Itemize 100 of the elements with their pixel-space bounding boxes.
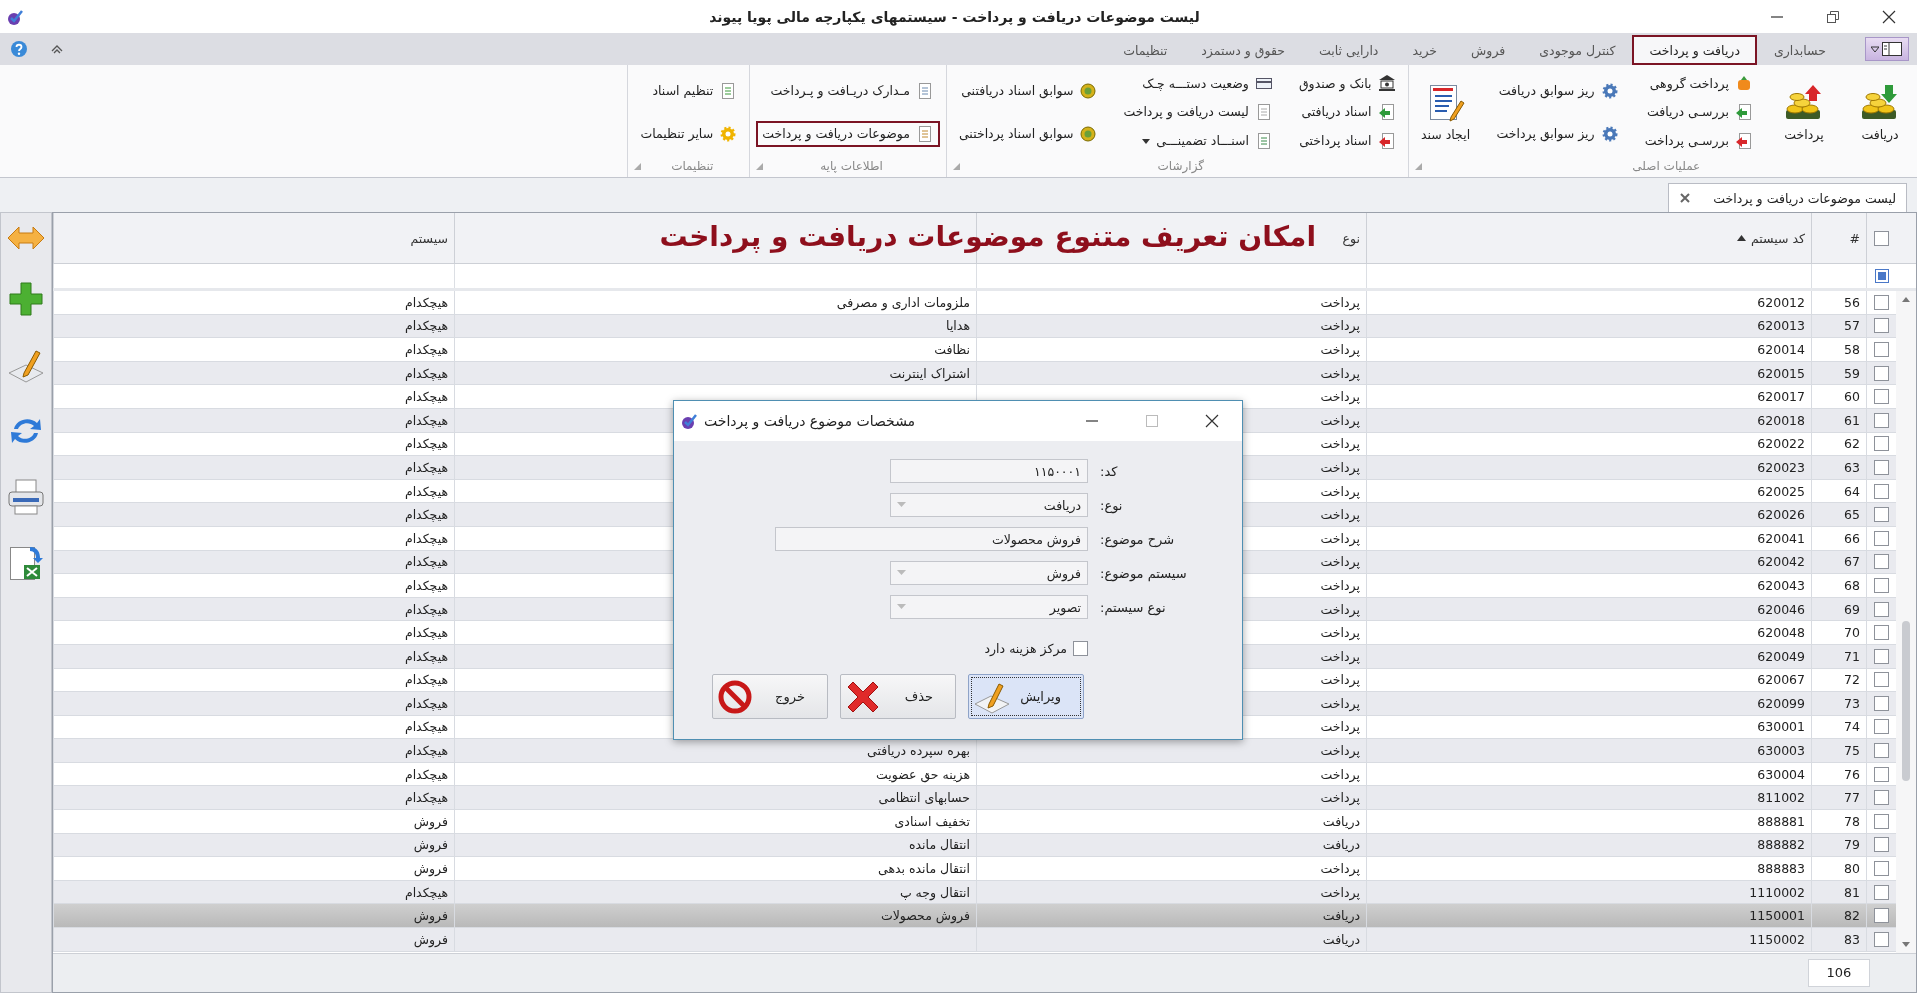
table-cell: 888883 bbox=[1366, 857, 1811, 880]
table-cell: 620014 bbox=[1366, 338, 1811, 361]
window-title: لیست موضوعات دریافت و پرداخت - سیستمهای یکپارچه مالی پویا پیوند bbox=[708, 8, 1201, 25]
table-cell: 64 bbox=[1811, 479, 1866, 503]
overlay-caption: امکان تعریف متنوع موضوعات دریافت و پرداخت bbox=[659, 220, 1316, 253]
table-cell: 630001 bbox=[1366, 715, 1811, 739]
table-cell: هزینه حق عضویت bbox=[454, 762, 976, 786]
table-cell: 75 bbox=[1811, 739, 1866, 762]
checkbox-label: مرکز هزینه دارد bbox=[984, 641, 1067, 656]
table-cell: نظافت bbox=[454, 338, 976, 361]
table-cell: 65 bbox=[1811, 503, 1866, 526]
table-cell: پرداخت bbox=[976, 786, 1366, 810]
table-cell: 620026 bbox=[1366, 503, 1811, 526]
table-cell: تخفیف اسنادی bbox=[454, 810, 976, 833]
table-cell: هیچکدام bbox=[53, 456, 454, 479]
table-cell: 77 bbox=[1811, 786, 1866, 810]
table-cell: 620043 bbox=[1366, 574, 1811, 597]
table-cell: انتقال مانده بدهی bbox=[454, 857, 976, 880]
table-cell: 1150001 bbox=[1366, 904, 1811, 928]
table-cell: 1150002 bbox=[1366, 928, 1811, 951]
table-cell: 60 bbox=[1811, 385, 1866, 408]
table-cell: اشتراک اینترنت bbox=[454, 361, 976, 385]
table-cell: 58 bbox=[1811, 338, 1866, 361]
table-cell: هیچکدام bbox=[53, 668, 454, 692]
table-cell: 82 bbox=[1811, 904, 1866, 928]
table-cell: انتقال مانده bbox=[454, 833, 976, 857]
table-cell: 1110002 bbox=[1366, 880, 1811, 904]
table-cell: 620049 bbox=[1366, 644, 1811, 668]
table-cell: فروش bbox=[53, 810, 454, 833]
table-cell: 63 bbox=[1811, 456, 1866, 479]
table-cell: 620015 bbox=[1366, 361, 1811, 385]
table-cell: 620017 bbox=[1366, 385, 1811, 408]
table-cell: فروش bbox=[53, 928, 454, 951]
table-cell: هیچکدام bbox=[53, 479, 454, 503]
table-cell: 620048 bbox=[1366, 621, 1811, 644]
table-cell: فروش bbox=[53, 833, 454, 857]
table-cell: 66 bbox=[1811, 526, 1866, 550]
table-cell: 80 bbox=[1811, 857, 1866, 880]
field-label: نوع سیستم: bbox=[1100, 599, 1167, 615]
table-cell: 620025 bbox=[1366, 479, 1811, 503]
table-cell: 620042 bbox=[1366, 550, 1811, 574]
table-cell: 620041 bbox=[1366, 526, 1811, 550]
table-cell: هیچکدام bbox=[53, 574, 454, 597]
table-cell: پرداخت bbox=[976, 762, 1366, 786]
table-cell: 74 bbox=[1811, 715, 1866, 739]
table-cell: هیچکدام bbox=[53, 739, 454, 762]
table-cell: فروش bbox=[53, 904, 454, 928]
table-cell: هیچکدام bbox=[53, 621, 454, 644]
table-cell: انتقال وجه پ bbox=[454, 880, 976, 904]
table-cell: هیچکدام bbox=[53, 432, 454, 456]
table-cell: هیچکدام bbox=[53, 338, 454, 361]
table-cell: 620099 bbox=[1366, 692, 1811, 715]
table-cell: 56 bbox=[1811, 291, 1866, 314]
table-cell: هیچکدام bbox=[53, 361, 454, 385]
ribbon-group-label: گزارشات bbox=[1156, 159, 1205, 173]
table-cell: هیچکدام bbox=[53, 880, 454, 904]
table-cell: 68 bbox=[1811, 574, 1866, 597]
table-cell: 79 bbox=[1811, 833, 1866, 857]
table-cell: 71 bbox=[1811, 644, 1866, 668]
table-cell: 620018 bbox=[1366, 408, 1811, 432]
table-cell: هیچکدام bbox=[53, 503, 454, 526]
table-cell: پرداخت bbox=[976, 880, 1366, 904]
table-cell: 61 bbox=[1811, 408, 1866, 432]
table-cell: ملزومات اداری و مصرفی bbox=[454, 291, 976, 314]
table-cell: فروش bbox=[53, 857, 454, 880]
table-cell: پرداخت bbox=[976, 291, 1366, 314]
table-cell: هیچکدام bbox=[53, 597, 454, 621]
table-cell: پرداخت bbox=[976, 314, 1366, 338]
ribbon-group-label: اطلاعات پایه bbox=[819, 159, 884, 173]
table-cell: 70 bbox=[1811, 621, 1866, 644]
table-cell: 57 bbox=[1811, 314, 1866, 338]
table-cell: پرداخت bbox=[976, 857, 1366, 880]
field-label: شرح موضوع: bbox=[1100, 531, 1176, 547]
record-count: 106 bbox=[1808, 959, 1870, 987]
table-cell: هیچکدام bbox=[53, 314, 454, 338]
table-cell: دریافت bbox=[976, 833, 1366, 857]
table-cell: هدایا bbox=[454, 314, 976, 338]
table-cell: 78 bbox=[1811, 810, 1866, 833]
ribbon-group-label: عملیات اصلی bbox=[1631, 159, 1702, 173]
table-cell: دریافت bbox=[976, 904, 1366, 928]
table-cell: پرداخت bbox=[976, 338, 1366, 361]
table-cell: 620023 bbox=[1366, 456, 1811, 479]
table-cell: فروش محصولات bbox=[454, 904, 976, 928]
table-cell: 620067 bbox=[1366, 668, 1811, 692]
table-cell: 69 bbox=[1811, 597, 1866, 621]
table-cell: 73 bbox=[1811, 692, 1866, 715]
table-cell: دریافت bbox=[976, 928, 1366, 951]
ribbon-group-label: تنظیمات bbox=[670, 159, 715, 173]
table-cell: 630003 bbox=[1366, 739, 1811, 762]
table-cell: 620022 bbox=[1366, 432, 1811, 456]
table-cell: 630004 bbox=[1366, 762, 1811, 786]
table-cell: 620012 bbox=[1366, 291, 1811, 314]
table-cell: هیچکدام bbox=[53, 762, 454, 786]
table-cell: هیچکدام bbox=[53, 644, 454, 668]
table-cell: 888881 bbox=[1366, 810, 1811, 833]
table-cell: هیچکدام bbox=[53, 385, 454, 408]
table-cell: 888882 bbox=[1366, 833, 1811, 857]
field-label: کد: bbox=[1100, 463, 1119, 479]
table-cell: هیچکدام bbox=[53, 692, 454, 715]
table-cell: 76 bbox=[1811, 762, 1866, 786]
